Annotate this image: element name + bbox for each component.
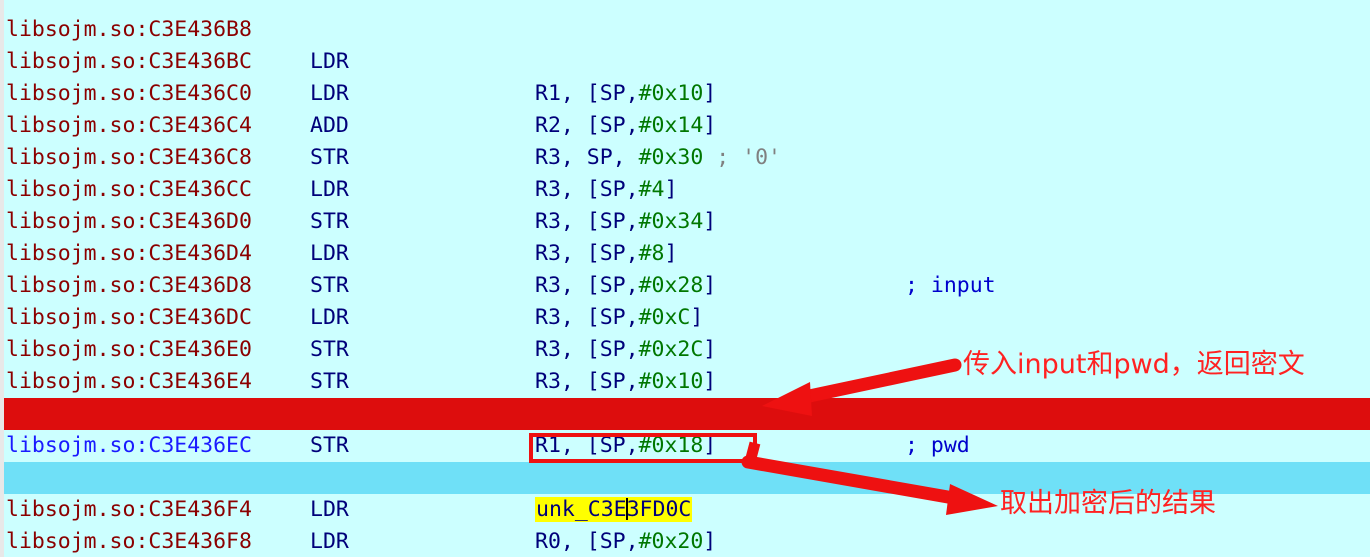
line-address: libsojm.so:C3E436F8: [6, 529, 252, 554]
annotation-label-result: 取出加密后的结果: [1000, 488, 1216, 519]
ida-disassembly-view[interactable]: libsojm.so:C3E436B8 LDR R1, [SP,#0x10] l…: [0, 0, 1370, 557]
disasm-line[interactable]: libsojm.so:C3E436CC STR R3, [SP,#8] ; in…: [0, 142, 1370, 298]
left-gutter-strip: [0, 0, 4, 557]
annotation-label-call: 传入input和pwd，返回密文: [963, 349, 1305, 380]
disasm-line[interactable]: libsojm.so:C3E436B8 LDR R1, [SP,#0x10]: [0, 0, 1370, 106]
disasm-line[interactable]: libsojm.so:C3E436F0 LDR R0, [SP,#0x20]: [0, 430, 1370, 554]
line-mnemonic: LDR: [310, 529, 349, 554]
disasm-line[interactable]: libsojm.so:C3E436D0 LDR R3, [SP,#0x28]: [0, 174, 1370, 298]
disasm-line[interactable]: libsojm.so:C3E436DC STR R3, [SP,#0x10]: [0, 270, 1370, 394]
line-operands[interactable]: R0, [SP,#0x20]: [535, 526, 716, 557]
disasm-line[interactable]: libsojm.so:C3E436E0 STR R0, [SP,#0x14] ;…: [0, 302, 1370, 458]
disasm-line[interactable]: libsojm.so:C3E436D4 STR R3, [SP,#0xC]: [0, 206, 1370, 330]
disasm-line[interactable]: libsojm.so:C3E436C0 ADD R3, SP, #0x30 ; …: [0, 46, 1370, 170]
disassembly-lines[interactable]: libsojm.so:C3E436B8 LDR R1, [SP,#0x10] l…: [0, 0, 1370, 554]
disasm-line[interactable]: libsojm.so:C3E436D8 LDR R3, [SP,#0x2C]: [0, 238, 1370, 362]
disasm-line-current[interactable]: libsojm.so:C3E436EC BL unk_C3E3FD0C: [0, 398, 1370, 522]
disasm-line[interactable]: libsojm.so:C3E436BC LDR R2, [SP,#0x14]: [0, 14, 1370, 138]
disasm-line[interactable]: libsojm.so:C3E436C4 STR R3, [SP,#4]: [0, 78, 1370, 202]
disasm-line[interactable]: libsojm.so:C3E436C8 LDR R3, [SP,#0x34]: [0, 110, 1370, 234]
